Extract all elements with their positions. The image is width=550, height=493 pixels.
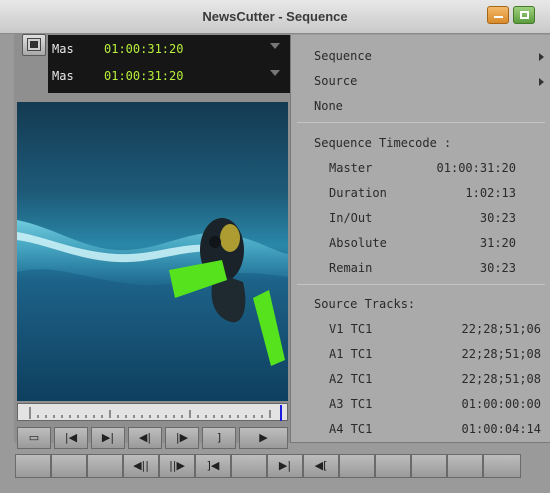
menu-item-absolute[interactable]: Absolute: [329, 236, 387, 250]
play-to-out-button[interactable]: ▶|: [267, 454, 303, 478]
track-value: 22;28;51;08: [461, 372, 541, 386]
maximize-icon: [520, 11, 529, 19]
step-forward-button[interactable]: |▶: [165, 427, 199, 449]
menu-separator: [297, 284, 545, 285]
timecode-value: 01:00:31:20: [104, 42, 184, 56]
rewind-button[interactable]: ◀||: [123, 454, 159, 478]
video-frame: [17, 102, 288, 401]
menu-item-track[interactable]: A1 TC1: [329, 347, 372, 361]
timecode-row[interactable]: Mas 01:00:31:20: [48, 66, 290, 92]
edit-button-row: ◀|| ||▶ ]◀ ▶| ◀[: [15, 454, 521, 478]
mark-in-button[interactable]: ◀[: [303, 454, 339, 478]
timecode-display: Mas 01:00:31:20 Mas 01:00:31:20: [48, 35, 290, 93]
edit-button[interactable]: [51, 454, 87, 478]
timecode-label: Mas: [52, 42, 74, 56]
go-to-in-button[interactable]: |◀: [54, 427, 88, 449]
edit-button[interactable]: [483, 454, 521, 478]
chevron-down-icon[interactable]: [270, 43, 280, 49]
go-to-out-button[interactable]: ▶|: [91, 427, 125, 449]
timecode-label: Mas: [52, 69, 74, 83]
menu-item-track[interactable]: V1 TC1: [329, 322, 372, 336]
chevron-down-icon[interactable]: [270, 70, 280, 76]
app-window: NewsCutter - Sequence Mas 01:00:31:20 Ma…: [0, 0, 550, 493]
toggle-source-record-button[interactable]: ▭: [17, 427, 51, 449]
maximize-button[interactable]: [513, 6, 535, 24]
menu-item-track[interactable]: A4 TC1: [329, 422, 372, 436]
go-to-out-mark-button[interactable]: ]◀: [195, 454, 231, 478]
edit-button[interactable]: [87, 454, 123, 478]
track-value: 22;28;51;06: [461, 322, 541, 336]
step-back-button[interactable]: ◀|: [128, 427, 162, 449]
monitor-menu-button[interactable]: [22, 34, 46, 56]
duration-value: 1:02:13: [465, 186, 516, 200]
position-bar-ticks: [29, 405, 282, 421]
position-bar[interactable]: [17, 403, 288, 421]
menu-item-track[interactable]: A2 TC1: [329, 372, 372, 386]
menu-item-duration[interactable]: Duration: [329, 186, 387, 200]
video-image: [17, 218, 288, 366]
menu-separator: [297, 122, 545, 123]
edit-button[interactable]: [15, 454, 51, 478]
mark-out-button[interactable]: ]: [202, 427, 236, 449]
monitor-menu-icon: [27, 38, 41, 51]
sequence-timecode-header: Sequence Timecode :: [314, 136, 452, 150]
edit-button[interactable]: [339, 454, 375, 478]
source-tracks-header: Source Tracks:: [314, 297, 416, 311]
edit-button[interactable]: [411, 454, 447, 478]
fast-forward-button[interactable]: ||▶: [159, 454, 195, 478]
submenu-arrow-icon: [539, 53, 544, 61]
track-value: 01:00:04:14: [461, 422, 541, 436]
menu-item-remain[interactable]: Remain: [329, 261, 372, 275]
minimize-button[interactable]: [487, 6, 509, 24]
track-value: 01:00:00:00: [461, 397, 541, 411]
minimize-icon: [494, 16, 503, 18]
record-monitor-panel: Mas 01:00:31:20 Mas 01:00:31:20 ▭ |◀ ▶| …: [14, 34, 290, 449]
in-out-value: 30:23: [479, 211, 516, 225]
menu-item-none[interactable]: None: [314, 99, 343, 113]
remain-value: 30:23: [479, 261, 516, 275]
timecode-dropdown-menu: Sequence Source None Sequence Timecode :…: [290, 35, 550, 443]
timecode-row[interactable]: Mas 01:00:31:20: [48, 39, 290, 65]
transport-row: ▭ |◀ ▶| ◀| |▶ ] ▶: [17, 427, 288, 449]
edit-button[interactable]: [447, 454, 483, 478]
play-button[interactable]: ▶: [239, 427, 288, 449]
menu-item-source[interactable]: Source: [314, 74, 357, 88]
menu-item-in-out[interactable]: In/Out: [329, 211, 372, 225]
edit-button[interactable]: [231, 454, 267, 478]
title-bar[interactable]: NewsCutter - Sequence: [0, 0, 550, 34]
submenu-arrow-icon: [539, 78, 544, 86]
absolute-value: 31:20: [479, 236, 516, 250]
master-value: 01:00:31:20: [436, 161, 516, 175]
timecode-value: 01:00:31:20: [104, 69, 184, 83]
menu-item-master[interactable]: Master: [329, 161, 372, 175]
window-title: NewsCutter - Sequence: [202, 9, 348, 24]
edit-button[interactable]: [375, 454, 411, 478]
track-value: 22;28;51;08: [461, 347, 541, 361]
menu-item-sequence[interactable]: Sequence: [314, 49, 372, 63]
menu-item-track[interactable]: A3 TC1: [329, 397, 372, 411]
